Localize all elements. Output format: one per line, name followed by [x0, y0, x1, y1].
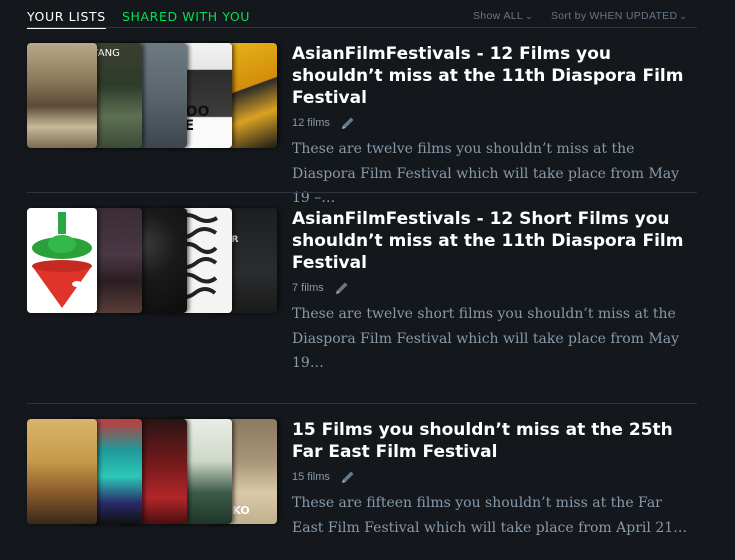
list-divider — [27, 403, 697, 404]
film-poster[interactable] — [27, 43, 97, 148]
list-info: 15 Films you shouldn’t miss at the 25th … — [292, 419, 697, 540]
show-filter-dropdown[interactable]: Show ALL ⌄ — [473, 10, 533, 22]
film-count: 7 films — [292, 282, 324, 294]
show-filter-label: Show — [473, 10, 501, 22]
list-description: These are twelve short films you shouldn… — [292, 306, 680, 371]
film-poster[interactable] — [27, 419, 97, 524]
edit-pencil-icon[interactable] — [340, 469, 356, 485]
list-tabs-bar: YOUR LISTS SHARED WITH YOU Show ALL ⌄ Sort… — [27, 0, 697, 29]
list-divider — [27, 192, 697, 193]
sort-value: WHEN UPDATED — [589, 10, 678, 22]
film-poster[interactable] — [27, 208, 97, 313]
tab-shared-with-you[interactable]: SHARED WITH YOU — [122, 9, 250, 24]
film-count: 12 films — [292, 117, 330, 129]
chevron-down-icon: ⌄ — [525, 11, 533, 21]
chevron-down-icon: ⌄ — [679, 11, 688, 21]
list-title[interactable]: AsianFilmFestivals - 12 Films you should… — [292, 43, 697, 109]
list-info: AsianFilmFestivals - 12 Short Films you … — [292, 208, 697, 376]
poster-stack[interactable]: CHIKO — [27, 419, 277, 524]
list-title[interactable]: 15 Films you shouldn’t miss at the 25th … — [292, 419, 697, 463]
list-info: AsianFilmFestivals - 12 Films you should… — [292, 43, 697, 211]
sort-dropdown[interactable]: Sort by WHEN UPDATED ⌄ — [551, 10, 687, 22]
poster-stack[interactable]: ESOO LEE ER YANG — [27, 43, 277, 148]
list-description: These are twelve films you shouldn’t mis… — [292, 141, 680, 206]
edit-pencil-icon[interactable] — [340, 115, 356, 131]
list-item: RDER — [27, 208, 697, 404]
sort-label: Sort by — [551, 10, 587, 22]
list-description: These are fifteen films you shouldn’t mi… — [292, 495, 688, 536]
list-item: ESOO LEE ER YANG AsianFilmFestivals - 12… — [27, 43, 697, 206]
list-item: CHIKO 15 Films you shouldn’t miss at the… — [27, 419, 697, 554]
film-count: 15 films — [292, 471, 330, 483]
list-title[interactable]: AsianFilmFestivals - 12 Short Films you … — [292, 208, 697, 274]
tab-your-lists[interactable]: YOUR LISTS — [27, 9, 106, 29]
edit-pencil-icon[interactable] — [334, 280, 350, 296]
show-filter-value: ALL — [503, 10, 524, 22]
poster-stack[interactable]: RDER — [27, 208, 277, 313]
